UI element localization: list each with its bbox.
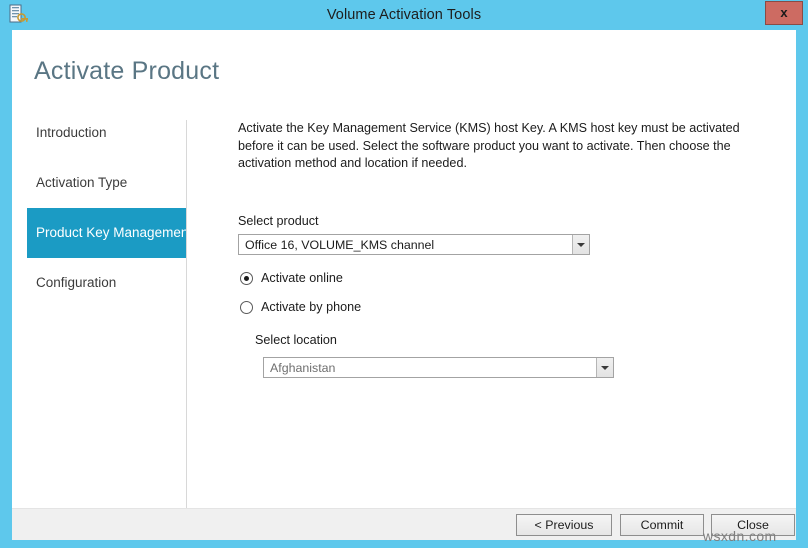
previous-button[interactable]: < Previous: [516, 514, 612, 536]
select-product-label: Select product: [238, 214, 319, 228]
wizard-step-navigation: Introduction Activation Type Product Key…: [12, 108, 186, 508]
select-location-dropdown[interactable]: Afghanistan: [263, 357, 614, 378]
page-title: Activate Product: [34, 57, 219, 86]
main-content: Activate the Key Management Service (KMS…: [186, 108, 796, 508]
radio-indicator-phone: [240, 301, 253, 314]
sidebar-item-product-key-management[interactable]: Product Key Management: [27, 208, 186, 258]
select-product-value: Office 16, VOLUME_KMS channel: [239, 238, 572, 252]
title-bar: Volume Activation Tools x: [0, 0, 808, 30]
activate-by-phone-label: Activate by phone: [261, 300, 361, 314]
select-location-label: Select location: [255, 333, 337, 347]
sidebar-item-introduction[interactable]: Introduction: [27, 108, 186, 158]
volume-activation-tools-window: Volume Activation Tools x Activate Produ…: [0, 0, 808, 548]
select-product-dropdown[interactable]: Office 16, VOLUME_KMS channel: [238, 234, 590, 255]
close-window-button[interactable]: x: [765, 1, 803, 25]
commit-button[interactable]: Commit: [620, 514, 704, 536]
chevron-down-icon[interactable]: [596, 358, 613, 377]
window-title: Volume Activation Tools: [0, 0, 808, 30]
description-text: Activate the Key Management Service (KMS…: [238, 120, 762, 173]
watermark: wsxdn.com: [703, 528, 777, 544]
select-location-value: Afghanistan: [264, 361, 596, 375]
activate-online-radio[interactable]: Activate online: [240, 271, 343, 285]
activate-by-phone-radio[interactable]: Activate by phone: [240, 300, 361, 314]
sidebar-item-configuration[interactable]: Configuration: [27, 258, 186, 308]
activate-online-label: Activate online: [261, 271, 343, 285]
footer-bar: < Previous Commit Close: [12, 508, 796, 540]
sidebar-item-activation-type[interactable]: Activation Type: [27, 158, 186, 208]
content-panel: Activate Product Introduction Activation…: [12, 30, 796, 540]
chevron-down-icon[interactable]: [572, 235, 589, 254]
radio-indicator-online: [240, 272, 253, 285]
